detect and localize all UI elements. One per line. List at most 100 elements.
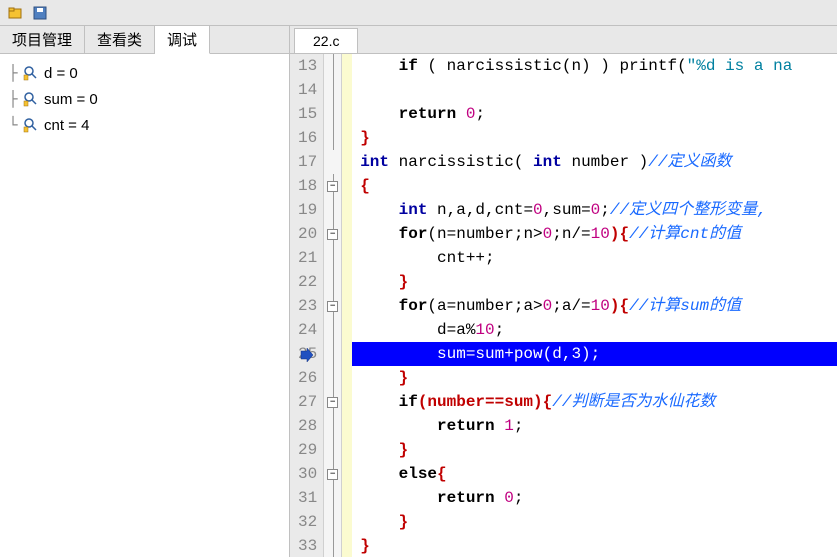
line-number: 14 [298,78,317,102]
tree-branch-icon: └ [4,116,22,134]
breakpoint-cell[interactable] [342,54,352,78]
breakpoint-cell[interactable] [342,294,352,318]
line-number: 29 [298,438,317,462]
fold-cell[interactable]: − [324,294,341,318]
fold-toggle-icon[interactable]: − [327,469,338,480]
breakpoint-cell[interactable] [342,342,352,366]
watch-label: sum = 0 [44,91,98,108]
watch-item[interactable]: ├d = 0 [2,60,287,86]
line-number: 21 [298,246,317,270]
code-line[interactable]: { [352,174,837,198]
fold-toggle-icon[interactable]: − [327,181,338,192]
watch-icon [22,116,40,134]
breakpoint-cell[interactable] [342,78,352,102]
breakpoint-cell[interactable] [342,150,352,174]
code-line[interactable]: else{ [352,462,837,486]
code-line[interactable]: } [352,270,837,294]
breakpoint-cell[interactable] [342,486,352,510]
code-line[interactable]: for(a=number;a>0;a/=10){//计算sum的值 [352,294,837,318]
fold-cell [324,486,341,510]
fold-cell[interactable]: − [324,222,341,246]
tab-project[interactable]: 项目管理 [0,26,85,53]
line-number: 19 [298,198,317,222]
code-line[interactable]: } [352,438,837,462]
breakpoint-cell[interactable] [342,390,352,414]
watch-item[interactable]: └ cnt = 4 [2,112,287,138]
watch-label: d = 0 [44,65,78,82]
line-number: 22 [298,270,317,294]
watch-item[interactable]: ├ sum = 0 [2,86,287,112]
code-line[interactable]: sum=sum+pow(d,3); [352,342,837,366]
editor-panel: 22.c 13141516171819202122232425262728293… [290,26,837,557]
file-tab[interactable]: 22.c [294,28,358,53]
code-line[interactable]: } [352,126,837,150]
fold-cell [324,318,341,342]
code-editor[interactable]: 1314151617181920212223242526272829303132… [290,54,837,557]
breakpoint-cell[interactable] [342,174,352,198]
code-line[interactable]: int narcissistic( int number )//定义函数 [352,150,837,174]
toolbar [0,0,837,26]
breakpoint-cell[interactable] [342,462,352,486]
breakpoint-cell[interactable] [342,102,352,126]
open-icon[interactable] [8,5,24,21]
code-line[interactable]: if(number==sum){//判断是否为水仙花数 [352,390,837,414]
watch-icon [22,90,40,108]
line-number: 17 [298,150,317,174]
save-icon[interactable] [32,5,48,21]
breakpoint-cell[interactable] [342,126,352,150]
code-line[interactable]: return 1; [352,414,837,438]
breakpoint-cell[interactable] [342,534,352,557]
fold-cell [324,246,341,270]
fold-cell [324,534,341,557]
breakpoint-cell[interactable] [342,438,352,462]
breakpoint-cell[interactable] [342,414,352,438]
line-number: 30 [298,462,317,486]
main-area: 项目管理查看类调试 ├d = 0 ├ sum = 0 └ cnt = 4 22.c 13… [0,26,837,557]
fold-cell[interactable]: − [324,390,341,414]
breakpoint-cell[interactable] [342,318,352,342]
fold-cell[interactable]: − [324,462,341,486]
fold-toggle-icon[interactable]: − [327,229,338,240]
code-line[interactable]: } [352,534,837,557]
tree-branch-icon: ├ [4,90,22,108]
code-area[interactable]: if ( narcissistic(n) ) printf("%d is a n… [352,54,837,557]
code-line[interactable]: cnt++; [352,246,837,270]
breakpoint-column[interactable] [342,54,352,557]
code-line[interactable]: return 0; [352,102,837,126]
code-line[interactable]: d=a%10; [352,318,837,342]
tab-debug[interactable]: 调试 [155,26,210,54]
breakpoint-cell[interactable] [342,270,352,294]
fold-toggle-icon[interactable]: − [327,301,338,312]
code-line[interactable]: if ( narcissistic(n) ) printf("%d is a n… [352,54,837,78]
tab-class[interactable]: 查看类 [85,26,155,53]
breakpoint-cell[interactable] [342,510,352,534]
line-number: 13 [298,54,317,78]
fold-toggle-icon[interactable]: − [327,397,338,408]
breakpoint-cell[interactable] [342,366,352,390]
line-number: 15 [298,102,317,126]
code-line[interactable] [352,78,837,102]
breakpoint-cell[interactable] [342,222,352,246]
fold-cell [324,126,341,150]
line-number: 32 [298,510,317,534]
line-gutter: 1314151617181920212223242526272829303132… [290,54,324,557]
breakpoint-cell[interactable] [342,246,352,270]
code-line[interactable]: for(n=number;n>0;n/=10){//计算cnt的值 [352,222,837,246]
fold-cell [324,54,341,78]
code-line[interactable]: int n,a,d,cnt=0,sum=0;//定义四个整形变量, [352,198,837,222]
fold-cell [324,198,341,222]
breakpoint-cell[interactable] [342,198,352,222]
fold-cell[interactable]: − [324,174,341,198]
line-number: 26 [298,366,317,390]
watch-label: cnt = 4 [44,117,89,134]
code-line[interactable]: return 0; [352,486,837,510]
line-number: 23 [298,294,317,318]
file-tabs: 22.c [290,26,837,54]
fold-cell [324,510,341,534]
fold-cell [324,78,341,102]
line-number: 27 [298,390,317,414]
code-line[interactable]: } [352,366,837,390]
fold-cell [324,342,341,366]
line-number: 16 [298,126,317,150]
code-line[interactable]: } [352,510,837,534]
